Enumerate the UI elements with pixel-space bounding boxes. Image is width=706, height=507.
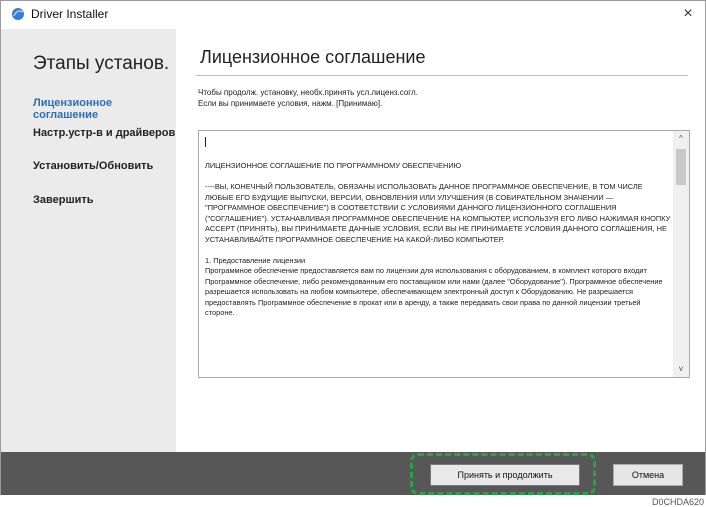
instruction-line-1: Чтобы продолж. установку, необх.принять … [198,88,418,97]
license-heading: ЛИЦЕНЗИОННОЕ СОГЛАШЕНИЕ ПО ПРОГРАММНОМУ … [205,161,462,170]
accept-button-highlight [410,453,596,495]
title-divider [196,75,688,76]
instruction-text: Чтобы продолж. установку, необх.принять … [198,87,418,109]
license-text: ЛИЦЕНЗИОННОЕ СОГЛАШЕНИЕ ПО ПРОГРАММНОМУ … [205,137,672,329]
vertical-scrollbar[interactable]: ^ v [673,131,689,377]
close-button[interactable]: × [675,3,701,25]
scroll-thumb[interactable] [676,149,686,185]
figure-code: D0CHDA620 [651,497,704,507]
instruction-line-2: Если вы принимаете условия, нажм. [Прини… [198,99,383,108]
step-device-driver-setup: Настр.устр-в и драйверов [33,127,176,139]
app-logo-icon [12,8,24,20]
step-install-update: Установить/Обновить [33,160,154,172]
main-content: Лицензионное соглашение Чтобы продолж. у… [176,29,705,452]
footer-bar: Принять и продолжить Отмена [1,452,705,495]
sidebar-heading: Этапы установ. [33,53,170,74]
installer-window: Driver Installer × Этапы установ. Лиценз… [0,0,706,495]
steps-sidebar: Этапы установ. Лицензионное соглашение Н… [1,29,176,452]
license-section-title: 1. Предоставление лицензии [205,255,306,265]
window-title: Driver Installer [31,7,109,21]
step-finish: Завершить [33,194,94,206]
scroll-down-arrow-icon[interactable]: v [673,361,689,377]
scroll-up-arrow-icon[interactable]: ^ [673,131,689,147]
license-section-body: Программное обеспечение предоставляется … [205,266,663,317]
license-paragraph-1: ----ВЫ, КОНЕЧНЫЙ ПОЛЬЗОВАТЕЛЬ, ОБЯЗАНЫ И… [205,182,671,244]
step-license-agreement: Лицензионное соглашение [33,97,113,121]
cancel-button[interactable]: Отмена [613,464,683,486]
page-title: Лицензионное соглашение [200,47,426,67]
text-caret [205,137,206,147]
license-text-area[interactable]: ЛИЦЕНЗИОННОЕ СОГЛАШЕНИЕ ПО ПРОГРАММНОМУ … [198,130,690,378]
title-bar: Driver Installer × [1,1,705,29]
